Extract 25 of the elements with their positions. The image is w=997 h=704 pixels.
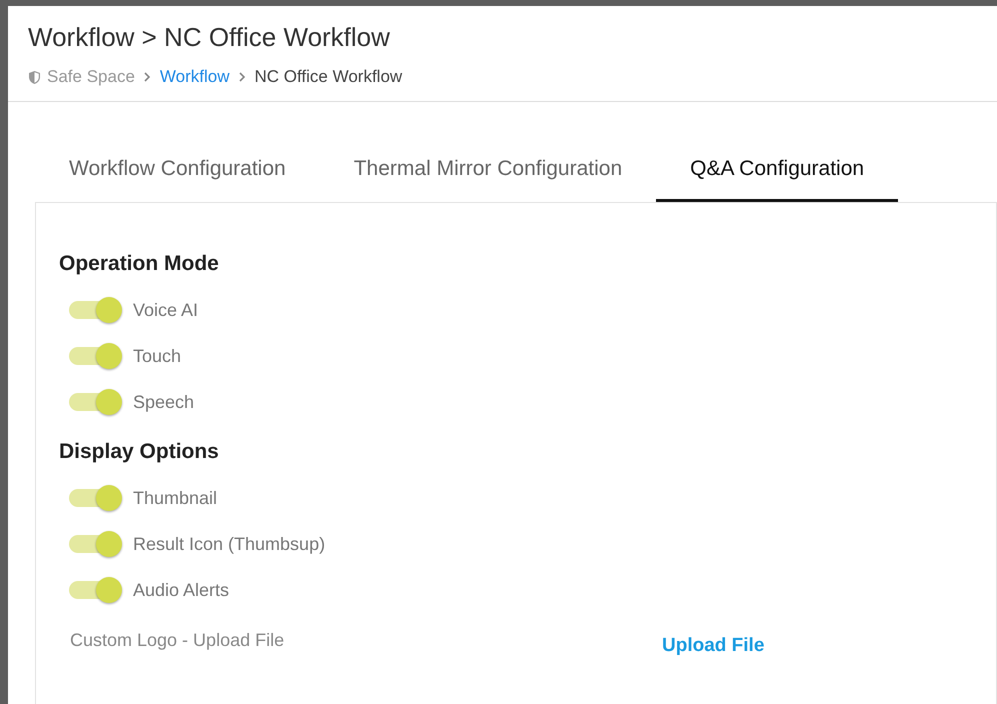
upload-label: Custom Logo - Upload File <box>70 630 286 650</box>
tab[interactable]: Q&A Configuration <box>656 149 898 202</box>
breadcrumb-link[interactable]: Workflow <box>160 67 230 87</box>
tab[interactable]: Workflow Configuration <box>35 149 320 202</box>
toggle-label: Result Icon (Thumbsup) <box>133 534 326 554</box>
toggle-switch[interactable] <box>69 297 122 323</box>
toggle-label: Speech <box>133 392 194 412</box>
toggle-switch[interactable] <box>69 389 122 415</box>
tab[interactable]: Thermal Mirror Configuration <box>320 149 656 202</box>
shield-icon <box>28 70 41 84</box>
toggle-label: Audio Alerts <box>133 580 230 600</box>
toggle-switch[interactable] <box>69 343 122 369</box>
page-title: Workflow > NC Office Workflow <box>28 21 391 54</box>
toggle-switch[interactable] <box>69 531 122 557</box>
chevron-icon <box>144 72 151 82</box>
toggle-switch[interactable] <box>69 577 122 603</box>
chevron-icon <box>238 72 246 82</box>
toggle-label: Touch <box>133 346 182 366</box>
upload-file-link[interactable]: Upload File <box>662 635 764 657</box>
breadcrumb-current: NC Office Workflow <box>254 67 402 87</box>
toggle-switch[interactable] <box>69 485 122 511</box>
section-heading: Display Options <box>59 439 220 465</box>
toggle-label: Thumbnail <box>133 488 218 508</box>
toggle-label: Voice AI <box>133 300 198 320</box>
section-heading: Operation Mode <box>59 251 220 277</box>
